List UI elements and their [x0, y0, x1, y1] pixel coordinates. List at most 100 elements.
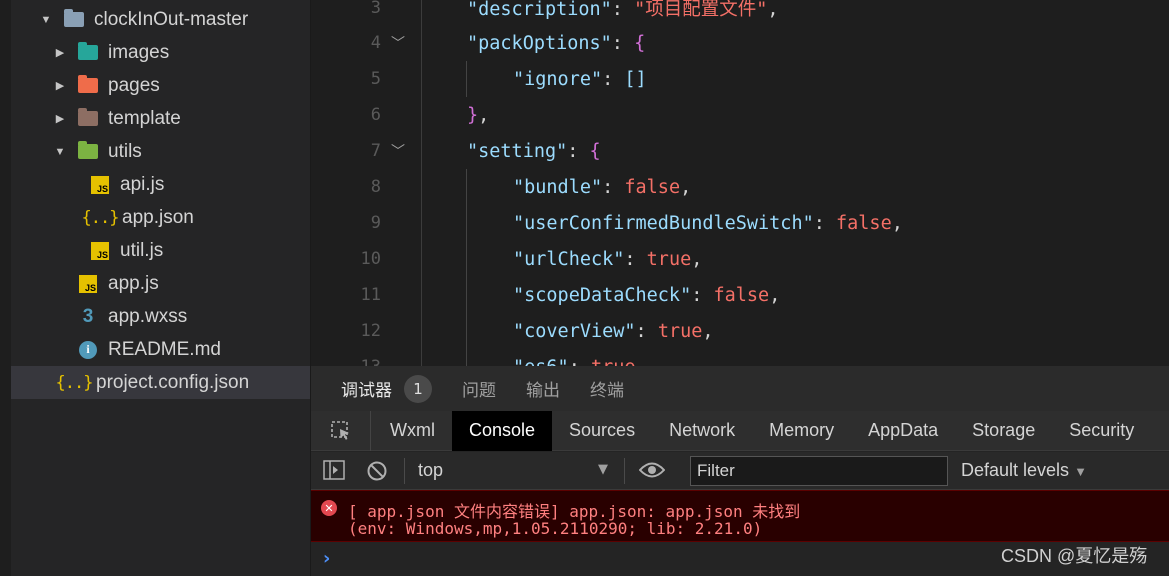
tree-folder-utils[interactable]: ▼ utils — [11, 135, 310, 168]
tab-terminal[interactable]: 终端 — [590, 376, 624, 401]
chevron-right-icon[interactable]: ▶ — [53, 46, 67, 60]
file-explorer: ▼ clockInOut-master ▶ images ▶ pages ▶ t… — [0, 0, 311, 576]
dropdown-arrow-icon[interactable]: ▼ — [598, 462, 608, 477]
code-line: 7 ﹀ "setting": { — [311, 133, 1169, 169]
tree-item-label: images — [108, 41, 170, 63]
tree-file-api-js[interactable]: JS api.js — [11, 168, 310, 201]
js-file-icon: JS — [89, 174, 111, 196]
js-file-icon: JS — [77, 273, 99, 295]
tree-item-label: template — [108, 107, 181, 129]
tree-file-app-js[interactable]: JS app.js — [11, 267, 310, 300]
tree-folder-pages[interactable]: ▶ pages — [11, 69, 310, 102]
chevron-down-icon[interactable]: ▼ — [53, 145, 67, 159]
activity-strip — [0, 0, 11, 576]
code-line: 10 "urlCheck": true, — [311, 241, 1169, 277]
devtools-tab-console[interactable]: Console — [451, 410, 553, 451]
console-error-message: ✕ [ app.json 文件内容错误] app.json: app.json … — [311, 490, 1169, 542]
devtools-tab-network[interactable]: Network — [652, 411, 752, 451]
tree-item-label: README.md — [108, 338, 221, 360]
utils-folder-icon — [77, 141, 99, 163]
console-prompt[interactable]: › — [323, 548, 330, 569]
template-folder-icon — [77, 108, 99, 130]
log-levels-dropdown[interactable]: Default levels ▼ — [961, 460, 1087, 481]
fold-chevron-icon[interactable]: ﹀ — [391, 141, 405, 161]
line-number: 10 — [360, 249, 381, 269]
line-number: 12 — [360, 321, 381, 341]
devtools-tab-bar: Wxml Console Sources Network Memory AppD… — [311, 410, 1169, 451]
tree-file-util-js[interactable]: JS util.js — [11, 234, 310, 267]
tree-folder-images[interactable]: ▶ images — [11, 36, 310, 69]
context-selector[interactable]: top — [418, 460, 443, 481]
code-line: 13 "es6": true — [311, 349, 1169, 367]
problem-count-badge: 1 — [404, 374, 432, 403]
code-line: 3 "description": "项目配置文件", — [311, 0, 1169, 26]
tree-file-project-config[interactable]: {..} project.config.json — [11, 366, 310, 399]
devtools-tab-appdata[interactable]: AppData — [851, 411, 955, 451]
bottom-panel: 调试器 1 问题 输出 终端 Wxml Console Sources Netwo… — [311, 366, 1169, 576]
console-toolbar: top ▼ Default levels ▼ — [311, 452, 1169, 490]
tree-item-label: api.js — [120, 173, 165, 195]
code-editor[interactable]: 3 "description": "项目配置文件", 4 ﹀ "packOpti… — [311, 0, 1169, 366]
toolbar-divider — [624, 458, 625, 484]
fold-chevron-icon[interactable]: ﹀ — [391, 33, 405, 53]
css-file-icon: 3 — [82, 305, 94, 327]
tree-item-label: pages — [108, 74, 160, 96]
chevron-down-icon[interactable]: ▼ — [39, 13, 53, 27]
pages-folder-icon — [77, 75, 99, 97]
watermark: CSDN @夏忆是殇 — [1001, 546, 1148, 566]
tab-output[interactable]: 输出 — [526, 376, 560, 401]
line-number: 9 — [370, 213, 381, 233]
json-file-icon: {..} — [81, 207, 120, 228]
devtools-tab-security[interactable]: Security — [1052, 411, 1151, 451]
tree-folder-root[interactable]: ▼ clockInOut-master — [11, 3, 310, 36]
code-line: 9 "userConfirmedBundleSwitch": false, — [311, 205, 1169, 241]
code-line: 12 "coverView": true, — [311, 313, 1169, 349]
tree-file-app-wxss[interactable]: 3 app.wxss — [11, 300, 310, 333]
filter-input[interactable] — [690, 456, 948, 486]
tab-debugger[interactable]: 调试器 1 — [341, 374, 432, 403]
line-number: 7 — [370, 141, 381, 161]
code-line: 6 }, — [311, 97, 1169, 133]
tree-item-label: app.json — [122, 206, 194, 228]
tree-item-label: app.js — [108, 272, 159, 294]
line-number: 6 — [370, 105, 381, 125]
tree-item-label: clockInOut-master — [94, 8, 249, 30]
tree-item-label: util.js — [120, 239, 164, 261]
tree-item-label: app.wxss — [108, 305, 188, 327]
devtools-tab-sources[interactable]: Sources — [552, 411, 652, 451]
code-line: 4 ﹀ "packOptions": { — [311, 25, 1169, 61]
folder-icon — [63, 9, 85, 31]
chevron-right-icon[interactable]: ▶ — [53, 79, 67, 93]
sidebar-toggle-icon[interactable] — [323, 460, 345, 484]
tree-file-readme[interactable]: i README.md — [11, 333, 310, 366]
eye-icon[interactable] — [638, 461, 666, 483]
line-number: 8 — [370, 177, 381, 197]
devtools-tab-memory[interactable]: Memory — [752, 411, 851, 451]
js-file-icon: JS — [89, 240, 111, 262]
line-number: 4 — [370, 33, 381, 53]
devtools-tab-storage[interactable]: Storage — [955, 411, 1052, 451]
code-line: 5 "ignore": [] — [311, 61, 1169, 97]
tree-item-label: utils — [108, 140, 142, 162]
line-number: 11 — [360, 285, 381, 305]
images-folder-icon — [77, 42, 99, 64]
tree-folder-template[interactable]: ▶ template — [11, 102, 310, 135]
toolbar-divider — [404, 458, 405, 484]
line-number: 3 — [370, 0, 381, 18]
devtools-tab-wxml[interactable]: Wxml — [373, 411, 452, 451]
error-env-line: (env: Windows,mp,1.05.2110290; lib: 2.21… — [348, 519, 763, 538]
inspect-element-icon[interactable] — [311, 410, 371, 451]
tree-file-app-json-utils[interactable]: {..} app.json — [11, 201, 310, 234]
clear-console-icon[interactable] — [366, 460, 388, 486]
error-icon: ✕ — [321, 500, 337, 516]
panel-tab-bar: 调试器 1 问题 输出 终端 — [311, 366, 1169, 411]
line-number: 13 — [311, 357, 381, 366]
line-number: 5 — [370, 69, 381, 89]
chevron-right-icon[interactable]: ▶ — [53, 112, 67, 126]
tab-problems[interactable]: 问题 — [462, 376, 496, 401]
info-icon: i — [77, 339, 99, 361]
json-file-icon: {..} — [55, 372, 94, 393]
code-line: 11 "scopeDataCheck": false, — [311, 277, 1169, 313]
code-line: 8 "bundle": false, — [311, 169, 1169, 205]
tree-item-label: project.config.json — [96, 371, 250, 393]
